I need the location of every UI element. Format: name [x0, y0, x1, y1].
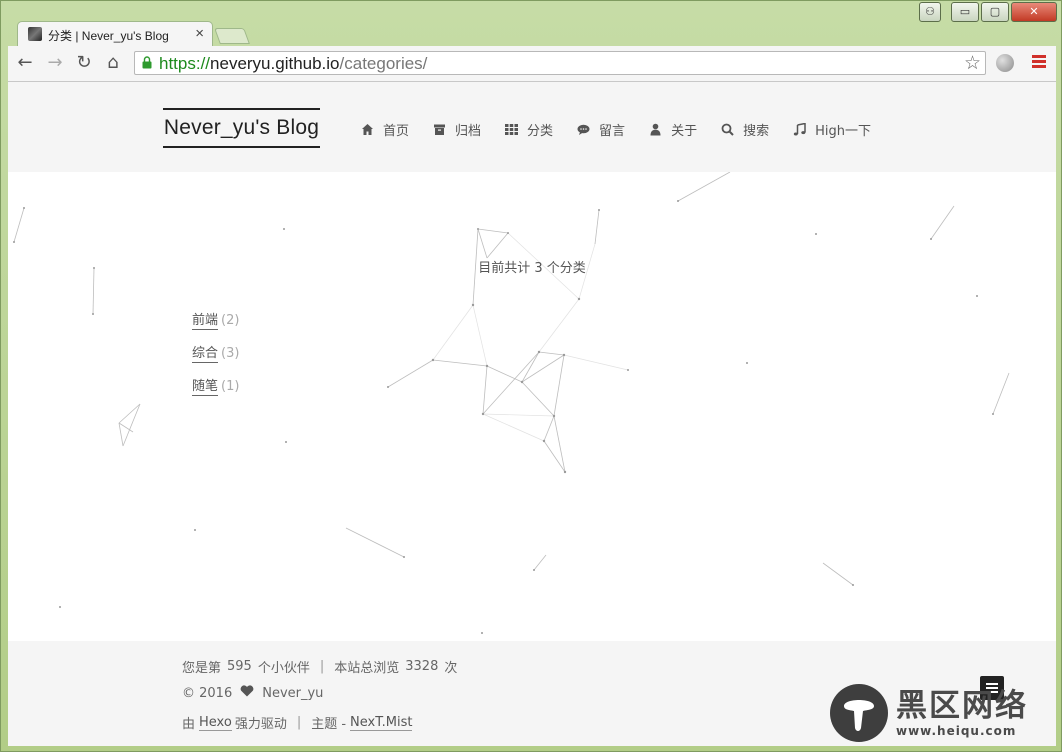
pv-suffix: 次	[444, 661, 458, 676]
author-name: Never_yu	[262, 685, 324, 701]
separator: |	[296, 715, 302, 730]
user-icon	[649, 123, 662, 136]
back-button[interactable]: ←	[14, 52, 36, 74]
menu-item-about[interactable]: 关于	[649, 120, 697, 139]
extension-icon[interactable]	[996, 54, 1014, 72]
bookmark-star-icon[interactable]: ☆	[964, 52, 981, 74]
copyright: © 2016	[182, 685, 233, 701]
menu-label: 留言	[599, 124, 626, 139]
copyright-line: © 2016 Never_yu	[182, 685, 323, 701]
category-item: 综合 (3)	[192, 337, 239, 370]
visitors-count: 595	[227, 659, 252, 674]
menu-item-categories[interactable]: 分类	[505, 120, 553, 139]
category-link[interactable]: 前端	[192, 313, 219, 330]
category-link[interactable]: 综合	[192, 346, 219, 363]
menu-label: 归档	[455, 124, 482, 139]
browser-toolbar: ← → ↻ ⌂ https://neveryu.github.io/catego…	[8, 46, 1056, 82]
address-bar[interactable]: https://neveryu.github.io/categories/ ☆	[134, 51, 986, 75]
category-list: 前端 (2) 综合 (3) 随笔 (1)	[192, 304, 239, 403]
archive-icon	[433, 123, 446, 136]
powered-prefix: 由	[182, 717, 196, 732]
window-controls: ⚇ ▭ ▢ ✕	[919, 2, 1057, 22]
category-item: 前端 (2)	[192, 304, 239, 337]
tab-close-icon[interactable]: ×	[195, 25, 204, 42]
close-window-button[interactable]: ✕	[1011, 2, 1057, 22]
url-path: /categories/	[339, 54, 428, 73]
menu-label: 搜索	[743, 124, 770, 139]
powered-suffix: 强力驱动	[234, 717, 287, 732]
browser-window: 分类 | Never_yu's Blog × ⚇ ▭ ▢ ✕ ← → ↻ ⌂ h…	[0, 0, 1062, 752]
separator: |	[319, 659, 325, 674]
category-count: (3)	[221, 346, 240, 361]
site-menu: 首页 归档 分类 留言 关于 搜索 High一下	[361, 120, 895, 139]
lock-icon	[142, 56, 152, 69]
menu-item-home[interactable]: 首页	[361, 120, 409, 139]
music-icon	[793, 123, 806, 136]
active-tab[interactable]: 分类 | Never_yu's Blog ×	[17, 21, 213, 47]
pv-count: 3328	[405, 659, 439, 674]
favicon-icon	[28, 27, 42, 41]
heart-icon	[240, 685, 254, 701]
powered-line: 由 Hexo 强力驱动 | 主题 - NexT.Mist	[182, 713, 413, 732]
category-count: (2)	[221, 313, 240, 328]
menu-label: 分类	[527, 124, 554, 139]
menu-label: 关于	[671, 124, 698, 139]
browser-menu-icon[interactable]	[1032, 55, 1046, 70]
watermark: 黑区网络 www.heiqu.com	[830, 684, 1028, 742]
url-host: neveryu.github.io	[210, 54, 340, 73]
theme-link[interactable]: NexT.Mist	[350, 715, 413, 731]
url-scheme: https://	[159, 54, 211, 73]
visitors-prefix: 您是第	[182, 661, 222, 676]
menu-label: 首页	[383, 124, 410, 139]
th-icon	[505, 123, 519, 136]
user-profile-button[interactable]: ⚇	[919, 2, 941, 22]
search-icon	[721, 123, 734, 136]
home-icon	[361, 123, 374, 136]
forward-button[interactable]: →	[44, 52, 66, 74]
watermark-url: www.heiqu.com	[896, 724, 1017, 738]
reload-button[interactable]: ↻	[73, 52, 95, 74]
category-summary: 目前共计 3 个分类	[478, 261, 586, 276]
tab-title: 分类 | Never_yu's Blog	[48, 29, 169, 43]
site-brand[interactable]: Never_yu's Blog	[163, 108, 320, 148]
menu-item-archives[interactable]: 归档	[433, 120, 481, 139]
theme-prefix: 主题 -	[311, 717, 347, 732]
minimize-button[interactable]: ▭	[951, 2, 979, 22]
page-viewport: Never_yu's Blog 首页 归档 分类 留言 关于 搜索 High一下…	[8, 82, 1056, 746]
menu-item-music[interactable]: High一下	[793, 120, 871, 139]
menu-item-search[interactable]: 搜索	[721, 120, 769, 139]
hexo-link[interactable]: Hexo	[199, 715, 232, 731]
home-button[interactable]: ⌂	[102, 52, 124, 74]
site-title: Never_yu's Blog	[163, 116, 320, 139]
category-item: 随笔 (1)	[192, 370, 239, 403]
tab-strip: 分类 | Never_yu's Blog × ⚇ ▭ ▢ ✕	[1, 1, 1062, 47]
pv-prefix: 本站总浏览	[334, 661, 400, 676]
menu-item-guestbook[interactable]: 留言	[577, 120, 625, 139]
maximize-button[interactable]: ▢	[981, 2, 1009, 22]
new-tab-button[interactable]	[214, 28, 250, 44]
comment-icon	[577, 123, 590, 136]
watermark-logo-icon	[830, 684, 888, 742]
menu-label: High一下	[815, 124, 871, 139]
visitor-stats: 您是第 595 个小伙伴 | 本站总浏览 3328 次	[182, 657, 457, 676]
site-header: Never_yu's Blog 首页 归档 分类 留言 关于 搜索 High一下	[8, 82, 1056, 172]
url-text: https://neveryu.github.io/categories/	[159, 54, 427, 74]
category-count: (1)	[221, 379, 240, 394]
visitors-suffix: 个小伙伴	[257, 661, 310, 676]
category-link[interactable]: 随笔	[192, 379, 219, 396]
watermark-title: 黑区网络	[896, 688, 1028, 724]
